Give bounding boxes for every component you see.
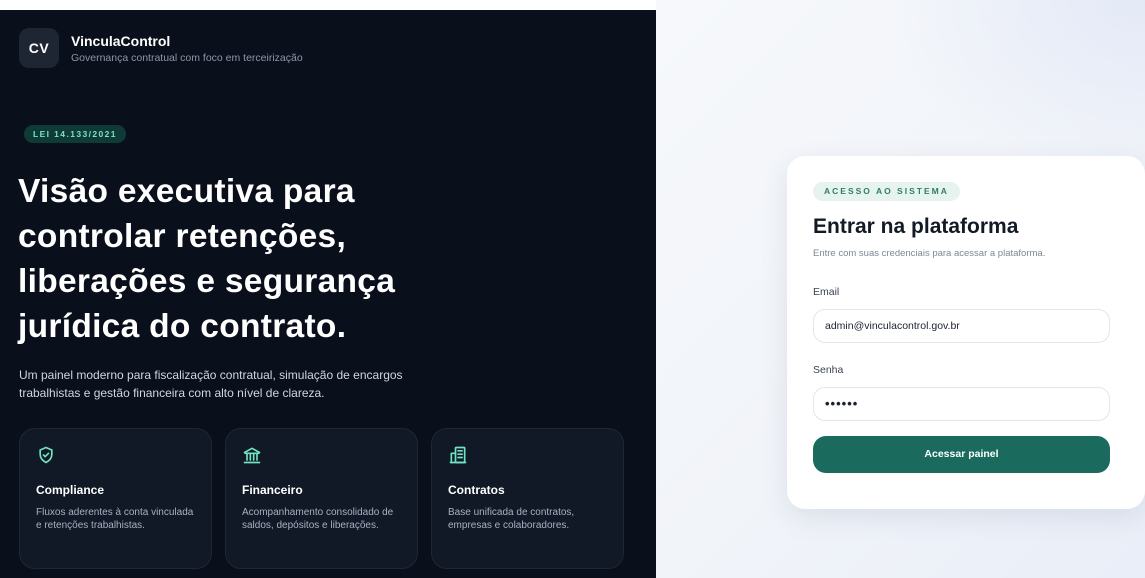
- password-label: Senha: [813, 363, 844, 376]
- feature-description: Base unificada de contratos, empresas e …: [448, 507, 575, 531]
- headline-line: liberações e segurança: [18, 263, 396, 300]
- law-badge: LEI 14.133/2021: [24, 125, 126, 143]
- hero-lead: Um painel moderno para fiscalização cont…: [19, 368, 403, 400]
- login-card: ACESSO AO SISTEMA Entrar na plataforma E…: [787, 156, 1145, 509]
- feature-title: Compliance: [36, 483, 105, 497]
- brand-logo: CV: [19, 28, 59, 68]
- email-label: Email: [813, 285, 840, 298]
- feature-title: Contratos: [448, 483, 505, 497]
- feature-card-compliance: Compliance Fluxos aderentes à conta vinc…: [19, 428, 212, 569]
- brand-text: VinculaControl Governança contratual com…: [71, 32, 303, 65]
- feature-title: Financeiro: [242, 483, 303, 497]
- login-subtitle: Entre com suas credenciais para acessar …: [813, 247, 1046, 259]
- access-badge: ACESSO AO SISTEMA: [813, 181, 960, 201]
- email-field[interactable]: [813, 308, 1110, 343]
- hero-panel: CV VinculaControl Governança contratual …: [0, 10, 656, 578]
- login-panel: ACESSO AO SISTEMA Entrar na plataforma E…: [656, 0, 1145, 578]
- hero-headline: Visão executiva para controlar retenções…: [18, 169, 488, 349]
- background-glow: [885, 0, 1145, 180]
- password-field[interactable]: [813, 386, 1110, 421]
- headline-line: controlar retenções,: [18, 218, 347, 255]
- feature-card-contratos: Contratos Base unificada de contratos, e…: [431, 428, 624, 569]
- feature-card-financeiro: Financeiro Acompanhamento consolidado de…: [225, 428, 418, 569]
- building-icon: [449, 446, 467, 464]
- brand-tagline: Governança contratual com foco em tercei…: [71, 51, 303, 64]
- headline-line: jurídica do contrato.: [18, 308, 347, 345]
- brand: CV VinculaControl Governança contratual …: [19, 28, 303, 68]
- brand-name: VinculaControl: [71, 32, 171, 49]
- feature-description: Acompanhamento consolidado de saldos, de…: [242, 507, 394, 531]
- headline-line: Visão executiva para: [18, 173, 355, 210]
- login-title: Entrar na plataforma: [813, 214, 1019, 238]
- shield-check-icon: [39, 446, 53, 464]
- feature-description: Fluxos aderentes à conta vinculada e ret…: [36, 507, 194, 531]
- bank-icon: [243, 447, 261, 464]
- submit-button[interactable]: Acessar painel: [813, 435, 1110, 473]
